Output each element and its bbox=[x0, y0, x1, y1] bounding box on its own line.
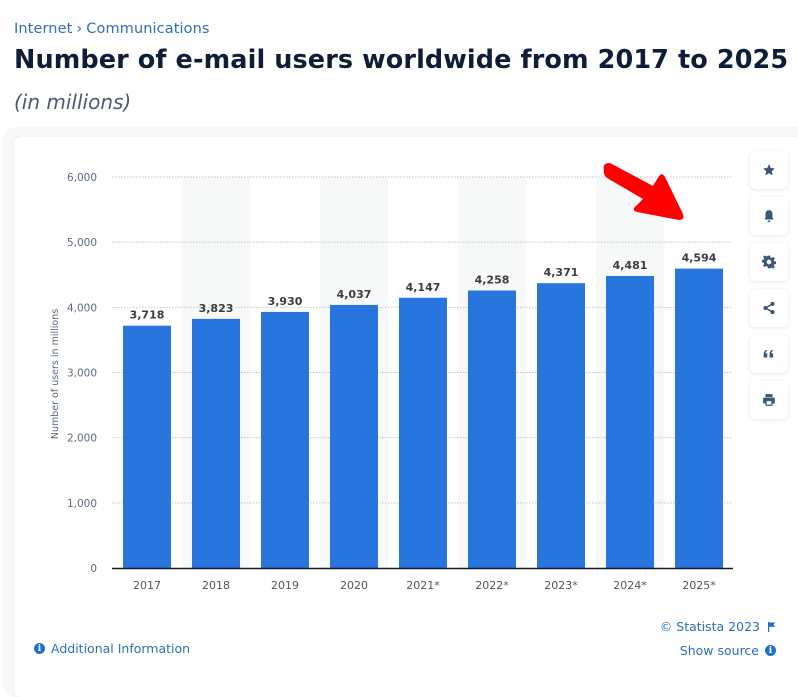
show-source-link[interactable]: Show source i bbox=[680, 643, 776, 658]
y-tick-label: 2,000 bbox=[67, 433, 97, 445]
bar-2025[interactable] bbox=[675, 268, 723, 568]
x-tick-label: 2019 bbox=[271, 579, 299, 592]
bar-value-label: 3,930 bbox=[268, 295, 303, 308]
bar-2024[interactable] bbox=[606, 275, 654, 568]
y-axis-label: Number of users in millions bbox=[50, 309, 61, 439]
x-tick-label: 2025* bbox=[682, 579, 716, 592]
y-tick-label: 4,000 bbox=[67, 302, 97, 314]
gear-icon bbox=[762, 255, 776, 269]
x-tick-label: 2020 bbox=[340, 579, 368, 592]
settings-button[interactable] bbox=[750, 243, 788, 281]
notification-button[interactable] bbox=[750, 197, 788, 235]
additional-information-label: Additional Information bbox=[51, 641, 191, 656]
x-tick-label: 2017 bbox=[133, 579, 161, 592]
x-axis-ticks: 2017 2018 2019 2020 2021* 2022* 2023* 2024* 2025… bbox=[133, 579, 716, 592]
x-tick-label: 2018 bbox=[202, 579, 230, 592]
bar-value-label: 4,258 bbox=[475, 274, 510, 287]
x-tick-label: 2022* bbox=[475, 579, 509, 592]
x-tick-label: 2021* bbox=[406, 579, 440, 592]
bar-2017[interactable] bbox=[123, 325, 171, 568]
favorite-button[interactable] bbox=[750, 151, 788, 189]
show-source-label: Show source bbox=[679, 643, 759, 658]
y-tick-label: 1,000 bbox=[67, 498, 97, 510]
bell-icon bbox=[764, 210, 774, 223]
star-icon bbox=[763, 164, 775, 176]
flag-icon[interactable] bbox=[768, 621, 776, 632]
y-tick-label: 5,000 bbox=[67, 237, 97, 249]
bar-value-label: 4,037 bbox=[337, 288, 372, 301]
bar-2021[interactable] bbox=[399, 297, 447, 568]
bar-2018[interactable] bbox=[192, 318, 240, 568]
x-tick-label: 2024* bbox=[613, 579, 647, 592]
y-tick-label: 3,000 bbox=[67, 368, 97, 380]
bar-value-label: 4,481 bbox=[613, 259, 648, 272]
info-icon: i bbox=[765, 645, 776, 656]
x-tick-label: 2023* bbox=[544, 579, 578, 592]
bar-value-label: 4,594 bbox=[682, 252, 717, 265]
bar-2020[interactable] bbox=[330, 304, 378, 568]
bar-value-label: 4,371 bbox=[544, 266, 579, 279]
share-button[interactable] bbox=[750, 289, 788, 327]
bar-2019[interactable] bbox=[261, 311, 309, 568]
additional-information-link[interactable]: i Additional Information bbox=[34, 641, 190, 656]
print-icon bbox=[763, 394, 775, 406]
share-icon bbox=[763, 301, 775, 315]
copyright: © Statista 2023 bbox=[660, 619, 776, 634]
bar-2023[interactable] bbox=[537, 283, 585, 568]
quote-icon bbox=[763, 349, 774, 358]
print-button[interactable] bbox=[750, 381, 788, 419]
bar-value-label: 3,718 bbox=[130, 309, 165, 322]
y-tick-label: 6,000 bbox=[67, 172, 97, 184]
info-icon: i bbox=[34, 643, 45, 654]
bar-value-label: 4,147 bbox=[406, 281, 441, 294]
copyright-label: © Statista 2023 bbox=[659, 619, 760, 634]
cite-button[interactable] bbox=[750, 335, 788, 373]
bar-2022[interactable] bbox=[468, 290, 516, 568]
y-tick-label: 0 bbox=[90, 563, 97, 575]
y-axis-ticks: 0 1,000 2,000 3,000 4,000 5,000 6,000 bbox=[67, 172, 97, 575]
bar-chart: 0 1,000 2,000 3,000 4,000 5,000 6,000 3,718 3,8… bbox=[50, 163, 733, 592]
bar-value-label: 3,823 bbox=[199, 302, 234, 315]
